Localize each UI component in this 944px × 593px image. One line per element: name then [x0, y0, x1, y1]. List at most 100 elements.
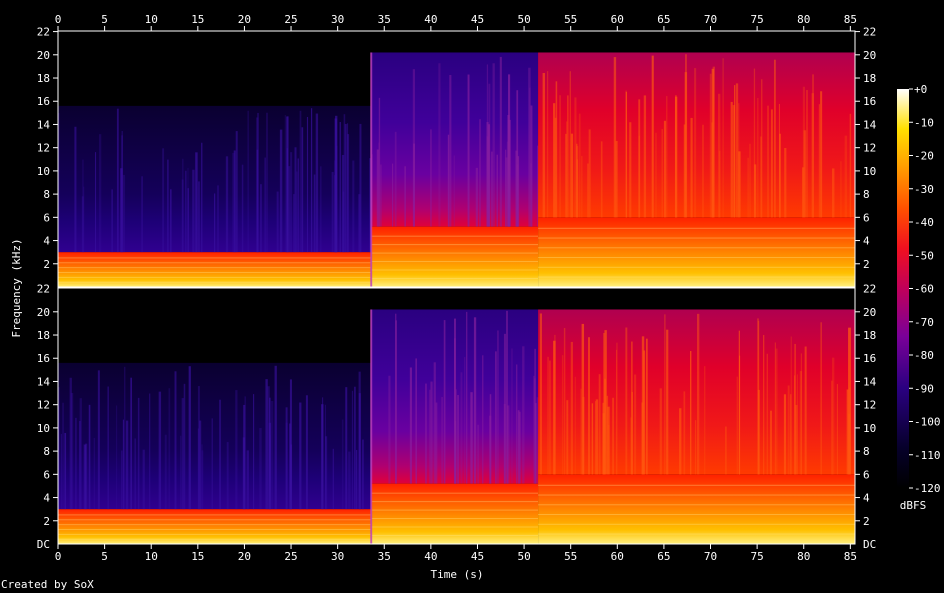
y-tick-label: 2: [43, 258, 50, 271]
transient-streak: [629, 122, 632, 218]
transient-streak: [290, 152, 293, 253]
transient-streak: [689, 351, 692, 475]
x-tick-label: 40: [424, 550, 437, 563]
transient-streak: [259, 428, 262, 510]
transient-streak: [547, 71, 549, 218]
y-tick-label-right: 2: [863, 258, 870, 271]
transient-streak: [83, 186, 85, 253]
y-tick-label-right: 16: [863, 95, 876, 108]
transient-streak: [443, 320, 446, 484]
transient-streak: [435, 402, 438, 484]
transient-streak: [69, 377, 72, 510]
transient-streak: [305, 395, 308, 510]
transient-streak: [832, 357, 835, 475]
transient-streak: [587, 163, 589, 218]
transient-streak: [232, 152, 235, 253]
colorbar-tick-label: -110: [914, 449, 941, 462]
transient-streak: [130, 377, 132, 510]
transient-streak: [394, 131, 397, 227]
transient-streak: [666, 96, 668, 218]
transient-streak: [659, 388, 662, 475]
x-tick-label-top: 15: [191, 13, 204, 26]
transient-streak: [725, 426, 727, 475]
transient-streak: [738, 355, 741, 475]
harmonic-line: [371, 501, 539, 503]
x-tick-label-top: 45: [471, 13, 484, 26]
transient-streak: [804, 346, 807, 475]
transient-streak: [268, 422, 272, 510]
y-tick-label-right: 14: [863, 118, 877, 131]
transient-streak: [181, 398, 184, 510]
transient-streak: [836, 384, 838, 475]
harmonic-line: [58, 524, 372, 526]
transient-streak: [415, 358, 418, 484]
y-axis-label: Frequency (kHz): [10, 238, 23, 337]
transient-streak: [170, 189, 172, 253]
transient-streak: [64, 432, 67, 510]
transient-streak: [595, 399, 599, 475]
transient-streak: [219, 399, 222, 510]
transient-streak: [404, 166, 406, 227]
transient-streak: [535, 403, 537, 484]
transient-streak: [211, 418, 213, 510]
transient-streak: [122, 419, 125, 510]
y-tick-label: 6: [43, 468, 50, 481]
transient-streak: [606, 395, 609, 475]
transient-streak: [285, 407, 288, 510]
x-tick-label: 85: [844, 550, 857, 563]
transient-streak: [392, 163, 394, 227]
transient-streak: [335, 145, 338, 253]
x-tick-label-top: 80: [797, 13, 810, 26]
transient-streak: [539, 313, 542, 475]
y-tick-label-right: 8: [863, 445, 870, 458]
transient-streak: [709, 73, 712, 218]
transient-streak: [79, 398, 82, 510]
y-tick-label-right: 16: [863, 352, 876, 365]
x-tick-label-top: 20: [238, 13, 251, 26]
transient-streak: [454, 318, 456, 484]
y-tick-label-right: 12: [863, 142, 876, 155]
transient-streak: [289, 379, 292, 510]
transient-streak: [794, 343, 796, 475]
transient-streak: [703, 366, 706, 475]
transient-streak: [695, 420, 697, 475]
y-tick-label: 20: [37, 49, 50, 62]
y-tick-label-right: 22: [863, 283, 876, 296]
harmonic-line: [58, 272, 372, 274]
transient-streak: [352, 160, 355, 253]
transient-streak: [217, 185, 219, 253]
transient-streak: [107, 386, 109, 510]
transient-streak: [554, 334, 556, 475]
transient-streak: [124, 366, 126, 510]
transient-streak: [760, 136, 762, 218]
transient-streak: [533, 375, 535, 484]
transient-streak: [548, 360, 551, 475]
transient-streak: [75, 417, 77, 510]
transient-streak: [111, 189, 113, 253]
x-tick-label: 35: [378, 550, 391, 563]
transient-streak: [88, 404, 91, 510]
transient-streak: [188, 366, 191, 510]
transient-streak: [299, 110, 302, 253]
transient-streak: [98, 134, 102, 253]
transient-streak: [630, 341, 633, 475]
x-tick-label-top: 25: [284, 13, 297, 26]
harmonic-line: [58, 281, 372, 283]
colorbar-tick-label: -20: [914, 150, 934, 163]
spectrogram-chart: 0055101015152020252530303535404045455050…: [10, 13, 941, 581]
transient-streak: [570, 341, 573, 475]
transient-streak: [491, 151, 493, 227]
harmonic-line: [371, 269, 539, 271]
transient-streak: [74, 126, 77, 253]
transient-streak: [517, 410, 520, 484]
harmonic-line: [58, 262, 372, 264]
transient-streak: [125, 420, 129, 510]
x-tick-label-top: 5: [101, 13, 108, 26]
y-tick-label: 18: [37, 329, 50, 342]
harmonic-line: [371, 518, 539, 520]
y-tick-label: 20: [37, 306, 50, 319]
transient-streak: [341, 154, 345, 253]
transient-streak: [168, 388, 171, 510]
transient-streak: [542, 72, 545, 218]
colorbar-tick-label: -50: [914, 249, 934, 262]
